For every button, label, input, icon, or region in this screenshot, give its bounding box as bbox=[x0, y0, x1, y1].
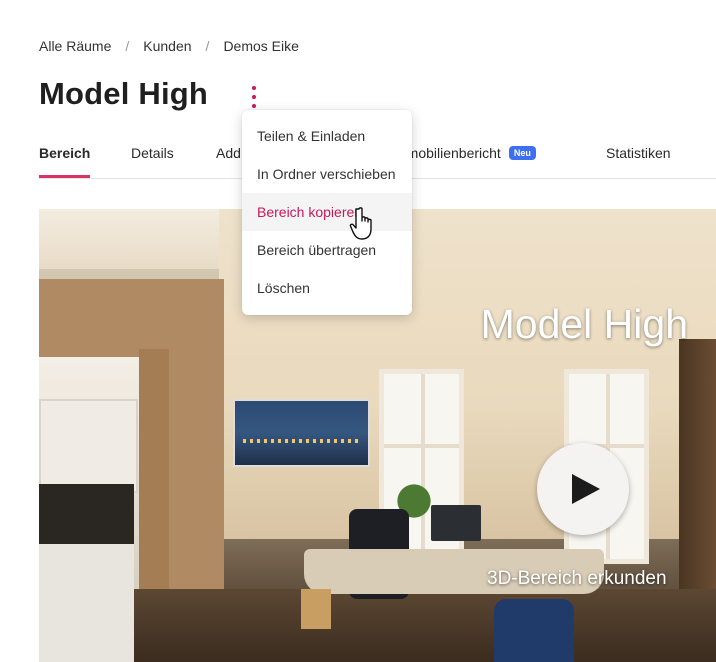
tab-label: Bereich bbox=[39, 145, 91, 161]
breadcrumb-item-demos-eike[interactable]: Demos Eike bbox=[223, 38, 298, 54]
menu-item-copy-space[interactable]: Bereich kopieren bbox=[242, 193, 412, 231]
menu-item-transfer-space[interactable]: Bereich übertragen bbox=[242, 231, 412, 269]
menu-item-share-invite[interactable]: Teilen & Einladen bbox=[242, 117, 412, 155]
space-title-overlay: Model High bbox=[480, 301, 688, 347]
breadcrumb-separator: / bbox=[125, 38, 130, 54]
kebab-menu-icon[interactable] bbox=[246, 86, 262, 108]
preview-floor bbox=[134, 589, 716, 662]
tab-add[interactable]: Add bbox=[216, 145, 241, 178]
kebab-dot bbox=[252, 104, 256, 108]
tab-bereich[interactable]: Bereich bbox=[39, 145, 91, 178]
tab-label: Details bbox=[131, 145, 174, 161]
menu-item-move-to-folder[interactable]: In Ordner verschieben bbox=[242, 155, 412, 193]
breadcrumb-separator: / bbox=[205, 38, 210, 54]
tab-label: Add bbox=[216, 145, 241, 161]
kebab-dot bbox=[252, 86, 256, 90]
explore-3d-label[interactable]: 3D-Bereich erkunden bbox=[487, 568, 667, 590]
context-menu: Teilen & Einladen In Ordner verschieben … bbox=[242, 110, 412, 315]
play-button[interactable] bbox=[537, 443, 629, 535]
play-icon bbox=[572, 474, 600, 504]
hand-cursor-icon bbox=[349, 207, 372, 240]
preview-box bbox=[301, 589, 331, 629]
kebab-dot bbox=[252, 95, 256, 99]
menu-item-delete[interactable]: Löschen bbox=[242, 269, 412, 307]
tab-label: Statistiken bbox=[606, 145, 671, 161]
preview-painting bbox=[233, 399, 370, 467]
tab-statistiken[interactable]: Statistiken bbox=[606, 145, 671, 178]
page-title: Model High bbox=[39, 76, 209, 111]
tab-immobilienbericht[interactable]: mmobilienbericht Neu bbox=[395, 145, 536, 178]
breadcrumb-item-alle-raeume[interactable]: Alle Räume bbox=[39, 38, 111, 54]
preview-blue-chair bbox=[494, 599, 574, 662]
preview-kitchen-wall bbox=[39, 484, 134, 544]
preview-counter bbox=[39, 544, 134, 662]
breadcrumb: Alle Räume / Kunden / Demos Eike bbox=[39, 38, 299, 54]
breadcrumb-item-kunden[interactable]: Kunden bbox=[143, 38, 191, 54]
preview-monitor bbox=[431, 505, 481, 541]
tab-details[interactable]: Details bbox=[131, 145, 174, 178]
new-badge: Neu bbox=[508, 146, 536, 160]
preview-cabinet bbox=[39, 399, 138, 493]
